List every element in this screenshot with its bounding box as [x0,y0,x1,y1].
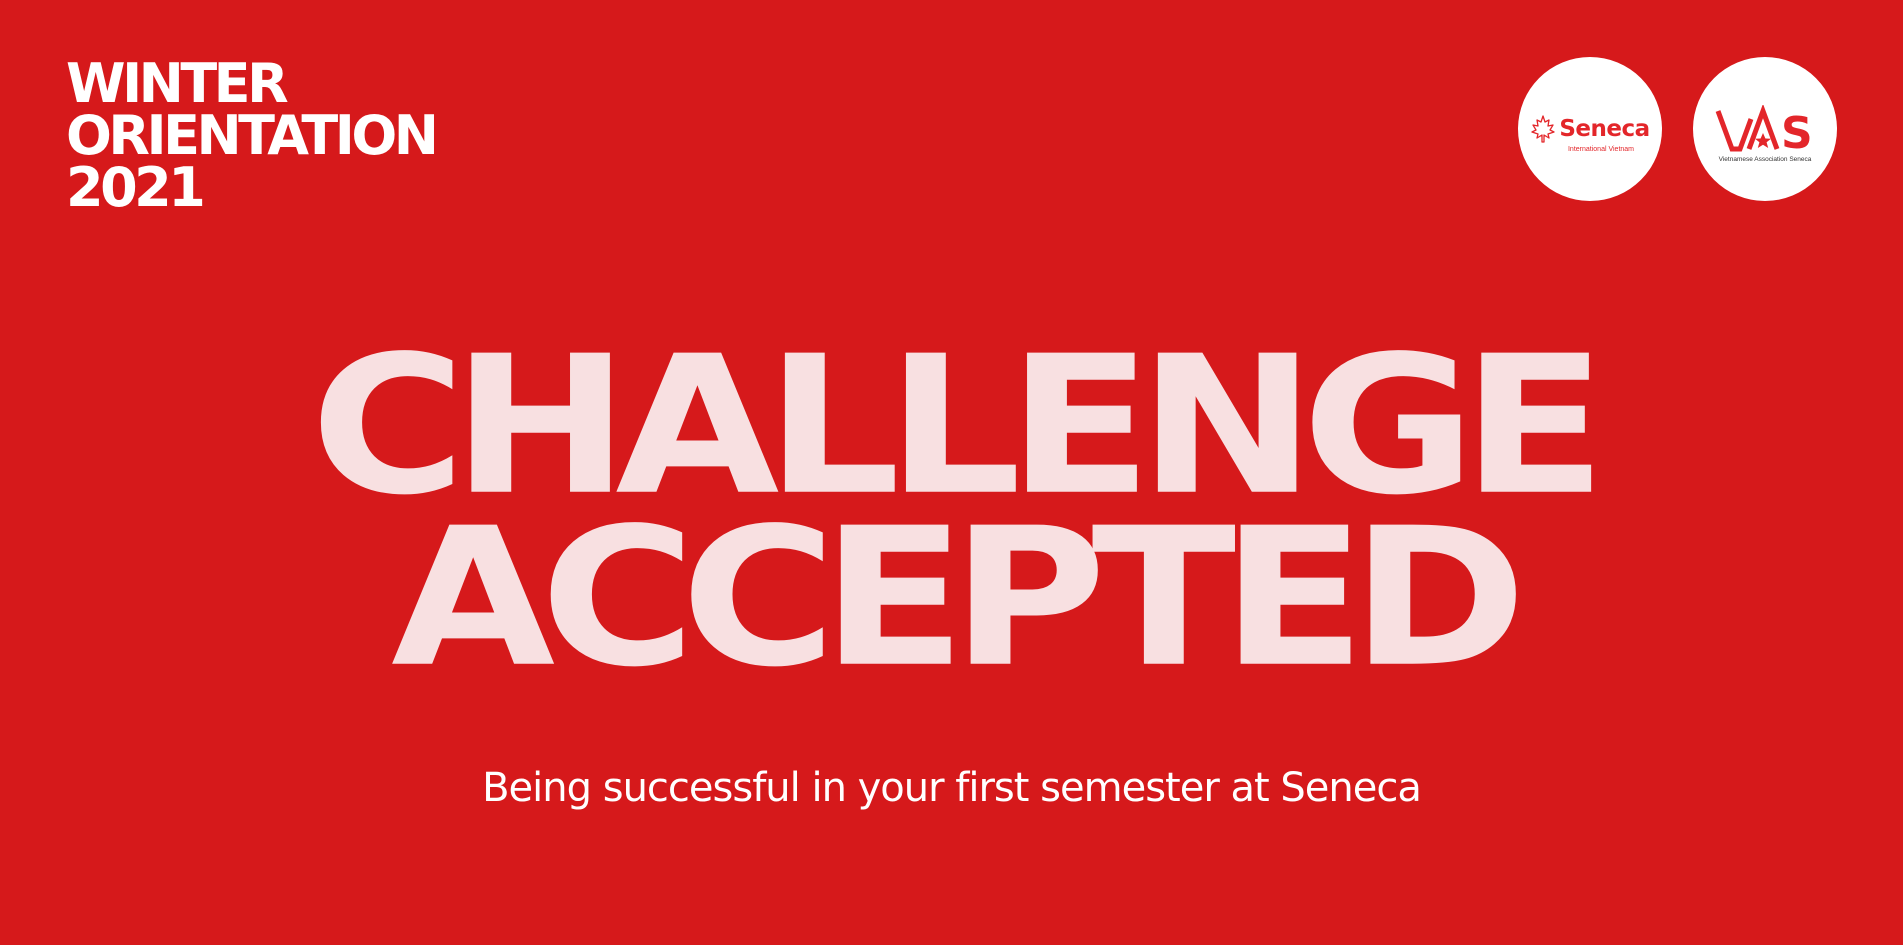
event-title-line-2: ORIENTATION [66,104,439,167]
tagline: Being successful in your first semester … [482,765,1422,811]
vas-logo-subtitle: Vietnamese Association Seneca [1718,156,1812,163]
svg-text:S: S [1781,108,1813,153]
vas-logo: S Vietnamese Association Seneca [1693,57,1837,201]
event-title: WINTER ORIENTATION 2021 [66,52,439,219]
vas-logo-icon: S [1715,105,1813,153]
headline-line-2: ACCEPTED [391,486,1527,709]
seneca-logo-wordmark: Seneca [1559,115,1650,142]
maple-leaf-icon [1531,114,1555,143]
seneca-logo: Seneca International Vietnam [1518,57,1662,201]
seneca-logo-row: Seneca [1530,114,1650,144]
event-title-line-3: 2021 [66,156,206,219]
seneca-logo-subtitle: International Vietnam [1567,145,1635,153]
event-title-line-1: WINTER [66,52,289,115]
